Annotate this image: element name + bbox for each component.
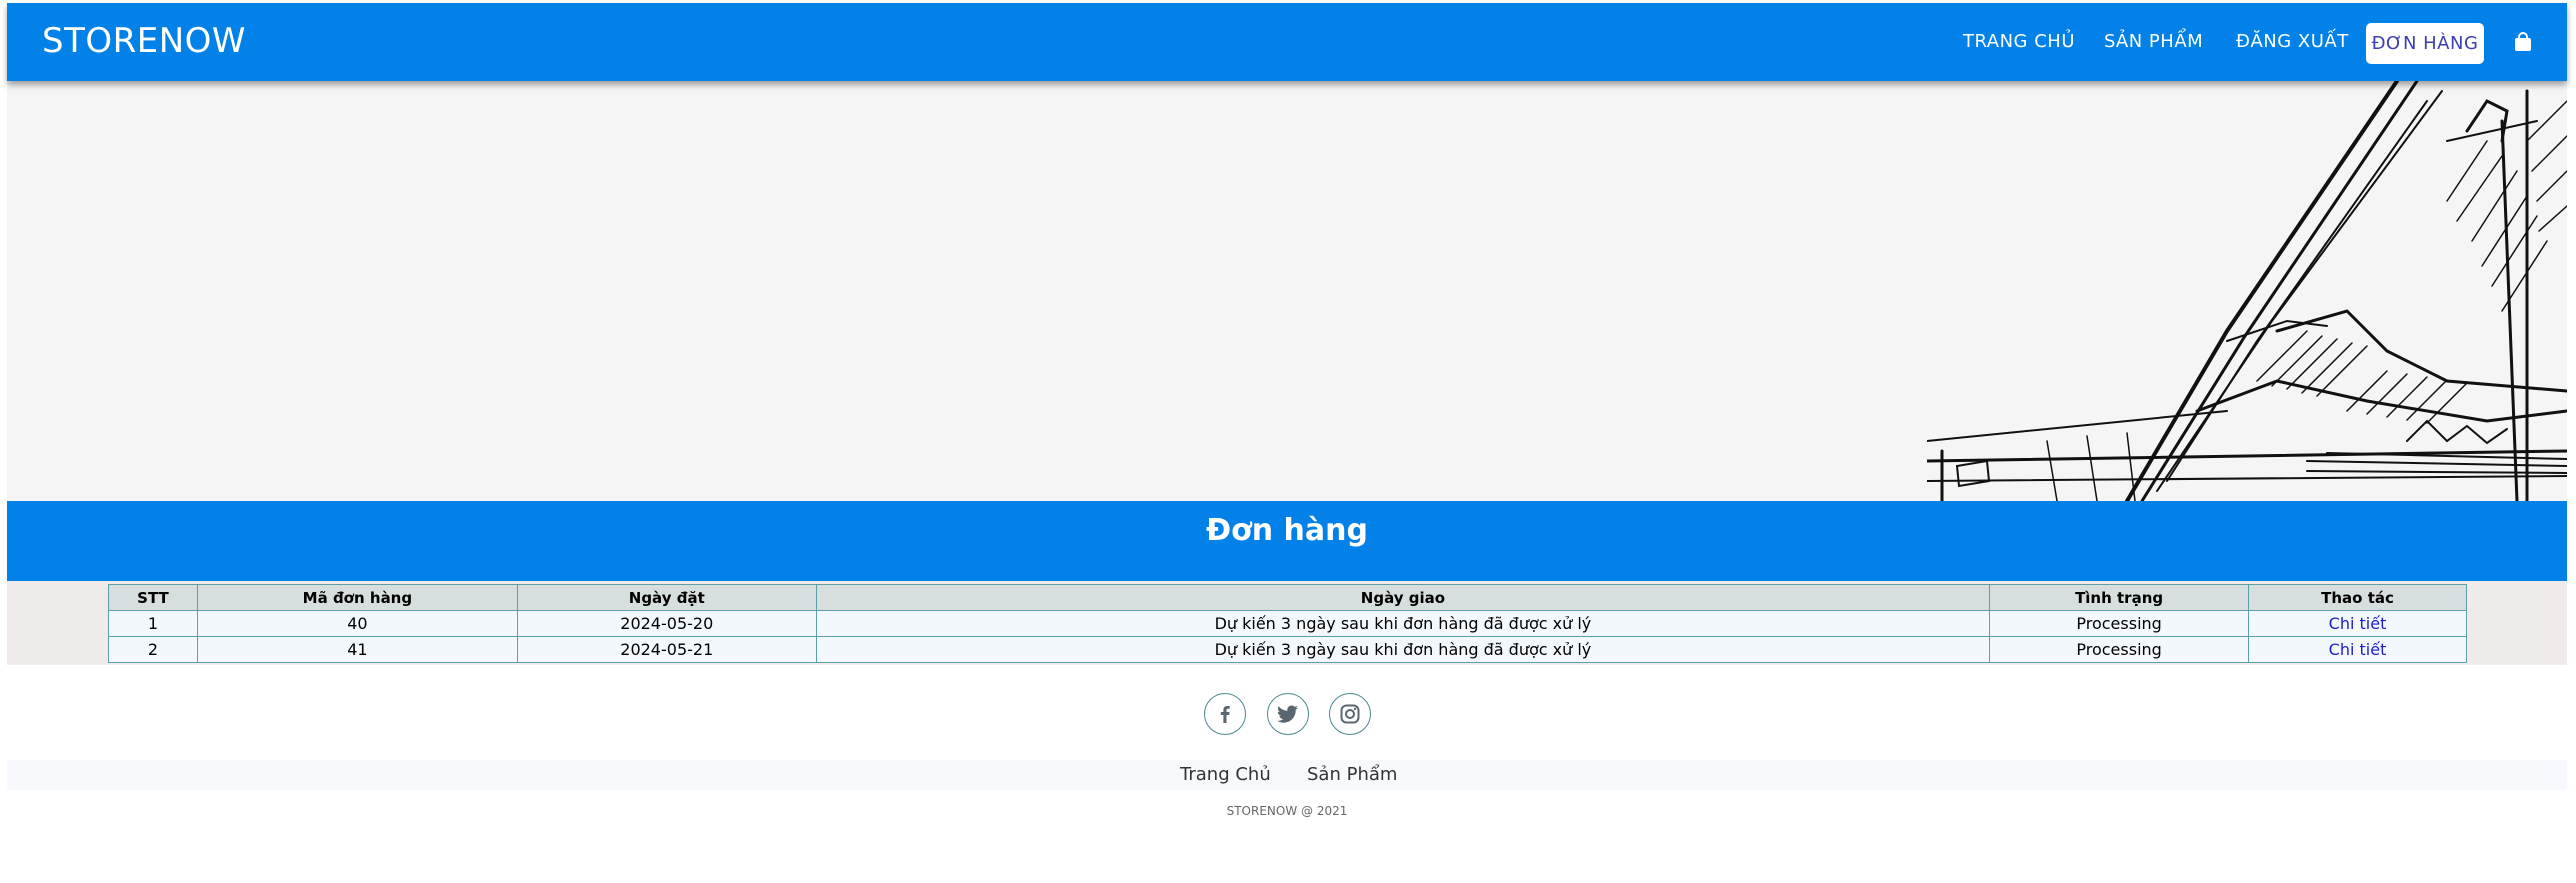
title-band: Đơn hàng	[7, 501, 2567, 581]
cell-stt: 2	[108, 636, 198, 663]
header-actions: Thao tác	[2248, 584, 2467, 611]
footer-link-products[interactable]: Sản Phẩm	[1307, 764, 1397, 785]
cell-delivery-date: Dự kiến 3 ngày sau khi đơn hàng đã được …	[815, 636, 1991, 663]
cell-order-date: 2024-05-21	[516, 636, 817, 663]
page-title: Đơn hàng	[1206, 513, 1368, 548]
twitter-icon[interactable]	[1267, 693, 1309, 735]
piano-sketch-image	[1927, 81, 2567, 501]
cell-status: Processing	[1989, 610, 2250, 637]
header-status: Tình trạng	[1989, 584, 2250, 611]
cell-status: Processing	[1989, 636, 2250, 663]
twitter-glyph	[1276, 705, 1298, 723]
shopping-bag-icon[interactable]	[2514, 32, 2532, 52]
cell-order-date: 2024-05-20	[516, 610, 817, 637]
copyright-text: STORENOW @ 2021	[1226, 804, 1348, 818]
instagram-glyph	[1340, 704, 1360, 724]
footer-link-home[interactable]: Trang Chủ	[1180, 764, 1271, 785]
nav-logout[interactable]: ĐĂNG XUẤT	[2236, 31, 2349, 52]
table-row: 2 41 2024-05-21 Dự kiến 3 ngày sau khi đ…	[108, 636, 2467, 663]
order-detail-link[interactable]: Chi tiết	[2248, 610, 2467, 637]
order-detail-link[interactable]: Chi tiết	[2248, 636, 2467, 663]
cell-stt: 1	[108, 610, 198, 637]
header-order-id: Mã đơn hàng	[196, 584, 518, 611]
brand-logo[interactable]: STORENOW	[42, 21, 246, 61]
nav-orders[interactable]: ĐƠN HÀNG	[2366, 23, 2484, 64]
orders-table: STT Mã đơn hàng Ngày đặt Ngày giao Tình …	[108, 584, 2467, 663]
header-stt: STT	[108, 584, 198, 611]
cell-delivery-date: Dự kiến 3 ngày sau khi đơn hàng đã được …	[815, 610, 1991, 637]
cell-order-id: 41	[196, 636, 518, 663]
instagram-icon[interactable]	[1329, 693, 1371, 735]
facebook-glyph	[1220, 706, 1230, 723]
table-header-row: STT Mã đơn hàng Ngày đặt Ngày giao Tình …	[108, 584, 2467, 611]
table-row: 1 40 2024-05-20 Dự kiến 3 ngày sau khi đ…	[108, 610, 2467, 637]
footer-links: Trang Chủ Sản Phẩm	[7, 760, 2567, 790]
orders-section: STT Mã đơn hàng Ngày đặt Ngày giao Tình …	[7, 581, 2567, 665]
nav-products[interactable]: SẢN PHẨM	[2104, 31, 2203, 52]
hero-banner	[7, 81, 2567, 501]
top-navbar: STORENOW TRANG CHỦ SẢN PHẨM ĐĂNG XUẤT ĐƠ…	[7, 3, 2567, 81]
nav-home[interactable]: TRANG CHỦ	[1963, 31, 2075, 52]
header-order-date: Ngày đặt	[516, 584, 817, 611]
cell-order-id: 40	[196, 610, 518, 637]
header-delivery-date: Ngày giao	[815, 584, 1991, 611]
facebook-icon[interactable]	[1204, 693, 1246, 735]
